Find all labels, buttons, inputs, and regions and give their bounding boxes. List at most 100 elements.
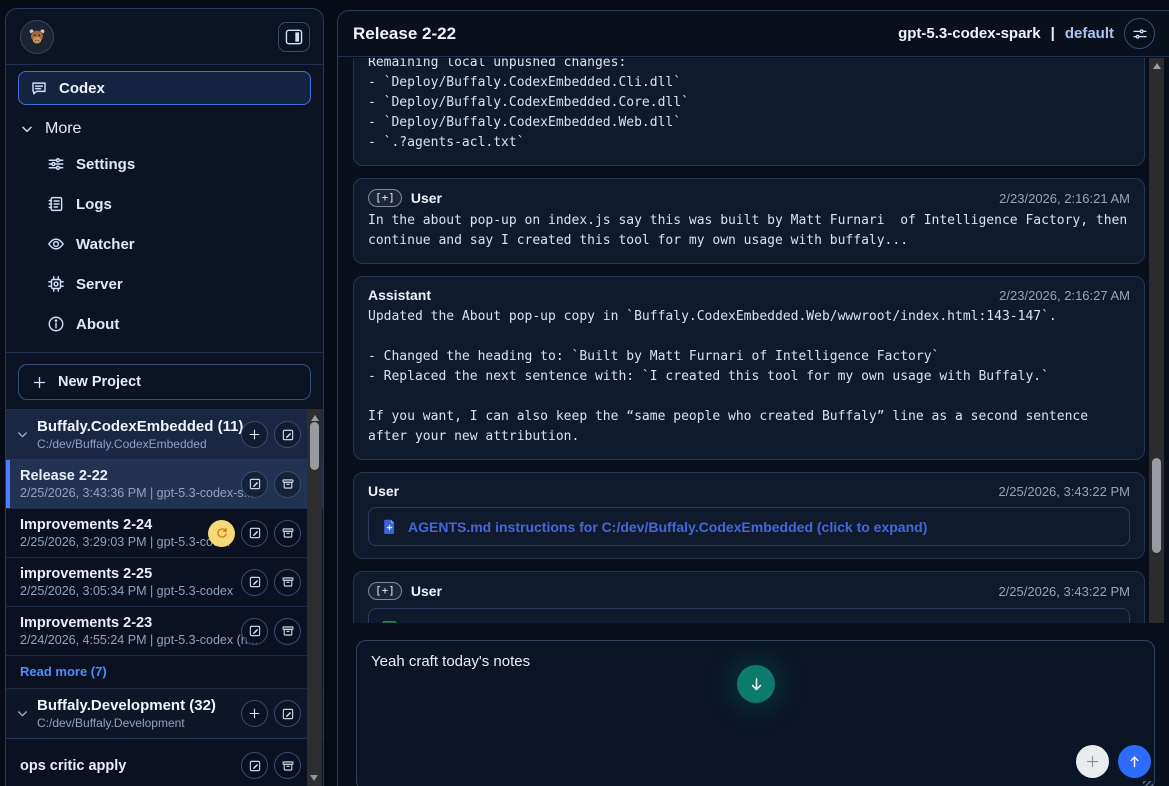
read-more-link[interactable]: Read more (7) [6, 656, 323, 689]
add-session-button[interactable] [241, 700, 268, 727]
scroll-up-arrow[interactable] [1153, 63, 1161, 69]
role-name: User [411, 190, 442, 206]
session-meta: 2/25/2026, 3:05:34 PM | gpt-5.3-codex [20, 584, 233, 598]
message-user-1: [+] User 2/23/2026, 2:16:21 AM In the ab… [353, 178, 1145, 264]
arrow-down-icon [748, 676, 765, 693]
session-row-ops-critic-apply[interactable]: ops critic apply [6, 739, 323, 786]
model-info: gpt-5.3-codex-spark | default [898, 18, 1155, 49]
session-row-improvements-2-23[interactable]: Improvements 2-23 2/24/2026, 4:55:24 PM … [6, 607, 323, 656]
edit-project-button[interactable] [274, 421, 301, 448]
session-meta: 2/25/2026, 3:29:03 PM | gpt-5.3-cod... [20, 535, 200, 549]
add-attachment-button[interactable] [1076, 745, 1109, 778]
scroll-up-arrow[interactable] [311, 415, 319, 421]
sidebar-item-about-label: About [76, 316, 119, 333]
sidebar-item-codex-label: Codex [59, 80, 105, 97]
archive-session-button[interactable] [274, 618, 301, 645]
chat-bubble-icon [30, 79, 48, 97]
edit-session-button[interactable] [241, 569, 268, 596]
page-title: Release 2-22 [353, 24, 456, 44]
archive-session-button[interactable] [274, 569, 301, 596]
sidebar-divider [6, 352, 323, 353]
chip-icon [47, 275, 65, 293]
sidebar-item-settings[interactable]: Settings [6, 144, 323, 184]
scroll-to-bottom-button[interactable] [737, 665, 775, 703]
session-actions [241, 471, 301, 498]
send-button[interactable] [1118, 745, 1151, 778]
group-actions [241, 421, 301, 448]
sliders-icon [47, 155, 65, 173]
project-group-development[interactable]: Buffaly.Development (32) C:/dev/Buffaly.… [6, 689, 323, 739]
session-text: Improvements 2-24 2/25/2026, 3:29:03 PM … [20, 517, 200, 549]
sidebar-item-logs-label: Logs [76, 196, 112, 213]
sidebar-divider [6, 64, 323, 65]
composer-area: Yeah craft today's notes [338, 623, 1169, 786]
scroll-down-arrow[interactable] [310, 775, 318, 781]
sidebar-item-server[interactable]: Server [6, 264, 323, 304]
archive-session-button[interactable] [274, 520, 301, 547]
expand-badge[interactable]: [+] [368, 189, 402, 207]
chat-header: Release 2-22 gpt-5.3-codex-spark | defau… [338, 11, 1169, 57]
session-meta: 2/25/2026, 3:43:36 PM | gpt-5.3-codex-s.… [20, 486, 233, 500]
message-list[interactable]: Remaining local unpushed changes: - `Dep… [338, 58, 1147, 623]
session-title: Improvements 2-23 [20, 615, 233, 631]
sidebar-item-watcher[interactable]: Watcher [6, 224, 323, 264]
message-user-3: [+] User 2/25/2026, 3:43:22 PM Environme… [353, 571, 1145, 623]
chevron-down-icon[interactable] [16, 428, 29, 441]
message-timestamp: 2/23/2026, 2:16:21 AM [999, 191, 1130, 206]
session-title: Release 2-22 [20, 468, 233, 484]
chevron-down-icon[interactable] [16, 707, 29, 720]
message-timestamp: 2/25/2026, 3:43:22 PM [998, 484, 1130, 499]
sidebar-item-watcher-label: Watcher [76, 236, 135, 253]
agents-md-attachment[interactable]: AGENTS.md instructions for C:/dev/Buffal… [368, 507, 1130, 546]
edit-session-button[interactable] [241, 520, 268, 547]
project-list: Buffaly.CodexEmbedded (11) C:/dev/Buffal… [6, 409, 323, 786]
chevron-down-icon [20, 122, 34, 136]
textarea-resize-handle[interactable] [1143, 781, 1153, 786]
role-name: User [368, 483, 399, 499]
notebook-icon [47, 195, 65, 213]
session-title: ops critic apply [20, 758, 233, 774]
project-group-name: Buffaly.CodexEmbedded (11) [37, 418, 225, 435]
message-input[interactable]: Yeah craft today's notes [356, 640, 1155, 786]
buffalo-logo-icon[interactable] [20, 20, 54, 54]
add-session-button[interactable] [241, 421, 268, 448]
session-row-improvements-2-25[interactable]: improvements 2-25 2/25/2026, 3:05:34 PM … [6, 558, 323, 607]
session-row-improvements-2-24[interactable]: Improvements 2-24 2/25/2026, 3:29:03 PM … [6, 509, 323, 558]
archive-session-button[interactable] [274, 752, 301, 779]
sidebar-item-codex[interactable]: Codex [18, 71, 311, 105]
session-settings-button[interactable] [1124, 18, 1155, 49]
edit-session-button[interactable] [241, 752, 268, 779]
sidebar-item-about[interactable]: About [6, 304, 323, 344]
edit-project-button[interactable] [274, 700, 301, 727]
role-name: Assistant [368, 287, 431, 303]
project-group-codexembedded[interactable]: Buffaly.CodexEmbedded (11) C:/dev/Buffal… [6, 410, 323, 460]
message-header: [+] User 2/25/2026, 3:43:22 PM [368, 582, 1130, 600]
scrollbar-thumb[interactable] [310, 422, 319, 470]
archive-session-button[interactable] [274, 471, 301, 498]
session-title: improvements 2-25 [20, 566, 233, 582]
info-circle-icon [47, 315, 65, 333]
expand-badge[interactable]: [+] [368, 582, 402, 600]
model-separator: | [1051, 25, 1055, 42]
scrollbar-thumb[interactable] [1152, 458, 1161, 553]
environment-context-attachment[interactable]: Environment context (cwd: C:/dev/Buffaly… [368, 608, 1130, 623]
eye-icon [47, 235, 65, 253]
project-group-path: C:/dev/Buffaly.Development [37, 716, 225, 730]
edit-session-button[interactable] [241, 618, 268, 645]
project-list-scrollbar[interactable] [307, 410, 322, 786]
message-code-block: Remaining local unpushed changes: - `Dep… [353, 58, 1145, 166]
panel-split-icon [285, 29, 303, 45]
session-text: improvements 2-25 2/25/2026, 3:05:34 PM … [20, 566, 233, 598]
sidebar-item-server-label: Server [76, 276, 123, 293]
session-row-release-2-22[interactable]: Release 2-22 2/25/2026, 3:43:36 PM | gpt… [6, 460, 323, 509]
session-actions [241, 752, 301, 779]
chat-scrollbar[interactable] [1149, 58, 1164, 623]
edit-session-button[interactable] [241, 471, 268, 498]
project-group-text: Buffaly.Development (32) C:/dev/Buffaly.… [37, 697, 225, 730]
sidebar-collapse-button[interactable] [278, 22, 310, 52]
sidebar-more-toggle[interactable]: More [20, 120, 309, 138]
message-user-2: User 2/25/2026, 3:43:22 PM AGENTS.md ins… [353, 472, 1145, 559]
new-project-button[interactable]: New Project [18, 364, 311, 400]
sidebar: Codex More Settings [5, 8, 324, 786]
sidebar-item-logs[interactable]: Logs [6, 184, 323, 224]
